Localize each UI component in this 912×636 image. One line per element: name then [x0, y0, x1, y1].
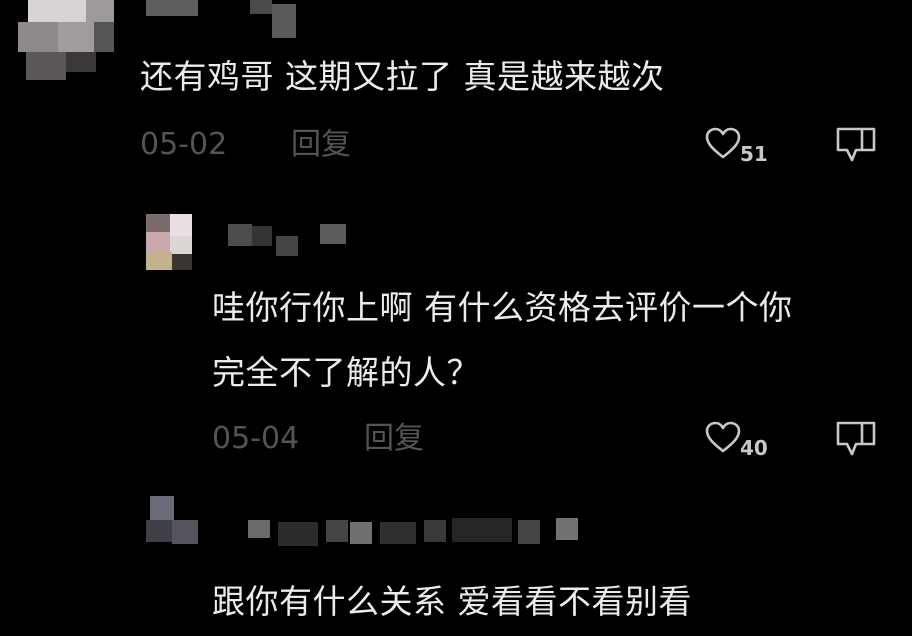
comment-text-line: 哇你行你上啊 有什么资格去评价一个你: [212, 288, 793, 327]
reply-button[interactable]: 回复: [291, 130, 351, 160]
dislike-icon: [832, 124, 880, 164]
reply-button[interactable]: 回复: [364, 424, 424, 454]
comment-date: 05-04: [212, 421, 300, 456]
username[interactable]: [218, 518, 618, 554]
like-count: 51: [740, 142, 768, 166]
comment-text-line: 完全不了解的人？: [212, 353, 480, 392]
comment-text: 还有鸡哥 这期又拉了 真是越来越次: [140, 57, 665, 96]
like-button[interactable]: 51: [704, 124, 774, 168]
avatar[interactable]: [146, 214, 200, 272]
avatar[interactable]: [18, 0, 114, 82]
username[interactable]: [146, 0, 306, 42]
avatar[interactable]: [146, 496, 200, 552]
comment-text: 跟你有什么关系 爱看看不看别看: [212, 582, 692, 621]
dislike-button[interactable]: [832, 124, 880, 168]
comment-date: 05-02: [140, 127, 228, 162]
like-count: 40: [740, 436, 768, 460]
username[interactable]: [218, 224, 358, 264]
dislike-button[interactable]: [832, 418, 880, 462]
like-button[interactable]: 40: [704, 418, 774, 462]
dislike-icon: [832, 418, 880, 458]
heart-icon: [704, 126, 742, 160]
heart-icon: [704, 420, 742, 454]
